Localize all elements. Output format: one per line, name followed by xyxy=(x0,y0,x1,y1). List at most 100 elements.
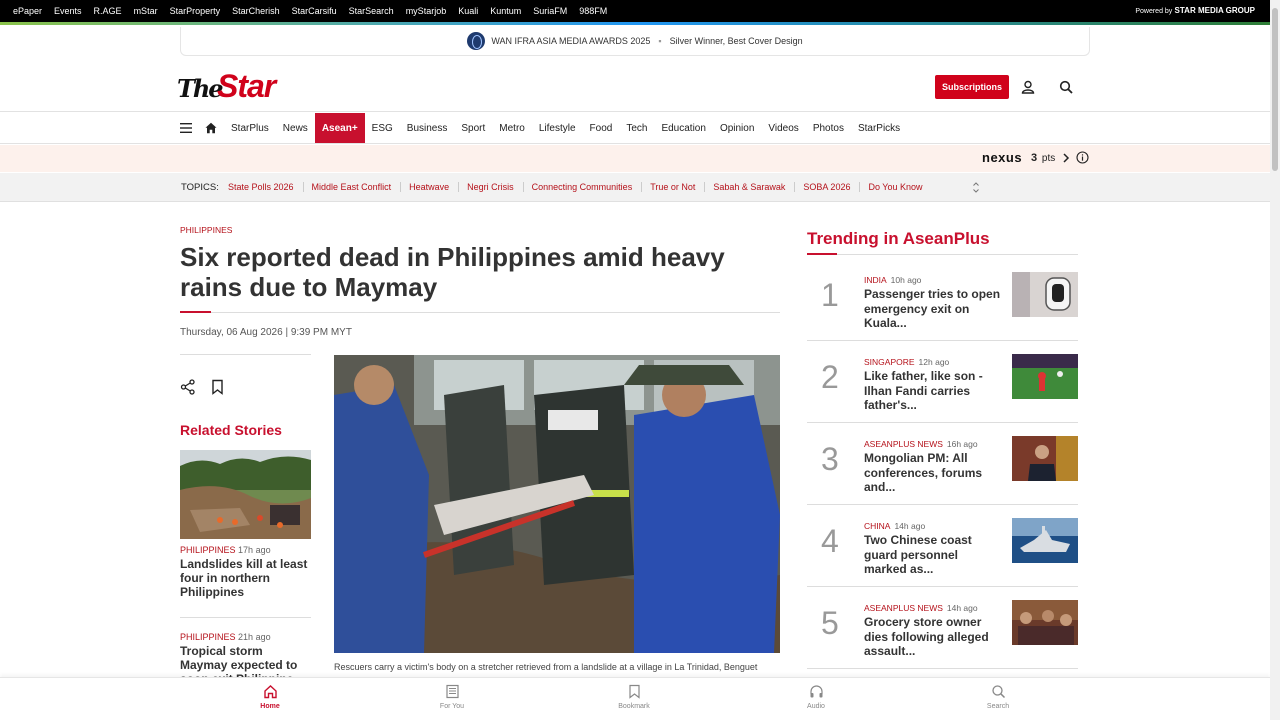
topic-link[interactable]: Do You Know xyxy=(868,182,931,192)
nav-item-food[interactable]: Food xyxy=(583,113,620,143)
trending-item[interactable]: 2 SINGAPORE 12h ago Like father, like son… xyxy=(807,341,1078,423)
trending-headline[interactable]: Passenger tries to open emergency exit o… xyxy=(864,287,1004,331)
topic-link[interactable]: SOBA 2026 xyxy=(803,182,861,192)
network-links: ePaper Events R.AGE mStar StarProperty S… xyxy=(0,6,619,16)
info-icon[interactable] xyxy=(1076,151,1089,164)
trending-rank: 2 xyxy=(821,359,839,395)
topic-link[interactable]: Connecting Communities xyxy=(532,182,643,192)
site-logo[interactable]: The Star xyxy=(177,68,285,106)
network-link-events[interactable]: Events xyxy=(54,6,82,16)
image-caption: Rescuers carry a victim's body on a stre… xyxy=(334,662,758,672)
network-link-kuali[interactable]: Kuali xyxy=(458,6,478,16)
topic-link[interactable]: Heatwave xyxy=(409,182,460,192)
topic-link[interactable]: Sabah & Sarawak xyxy=(713,182,796,192)
trending-thumbnail[interactable] xyxy=(1012,518,1078,563)
tab-bookmark[interactable]: Bookmark xyxy=(604,684,664,710)
page-scrollbar[interactable] xyxy=(1270,0,1280,720)
powered-by-prefix: Powered by xyxy=(1135,8,1173,15)
network-link-kuntum[interactable]: Kuntum xyxy=(490,6,521,16)
network-link-starcherish[interactable]: StarCherish xyxy=(232,6,280,16)
menu-icon[interactable] xyxy=(180,122,192,134)
related-story-image[interactable] xyxy=(180,450,311,539)
topic-link[interactable]: True or Not xyxy=(650,182,706,192)
awards-banner[interactable]: WAN IFRA ASIA MEDIA AWARDS 2025 ▪ Silver… xyxy=(180,27,1090,56)
share-icon[interactable] xyxy=(180,379,196,395)
network-link-rage[interactable]: R.AGE xyxy=(94,6,122,16)
chevron-right-icon[interactable] xyxy=(1061,151,1071,165)
trending-rank: 4 xyxy=(821,523,839,559)
logo-star: Star xyxy=(217,68,276,104)
trending-category[interactable]: ASEANPLUS NEWS xyxy=(864,439,943,449)
user-icon[interactable] xyxy=(1021,80,1035,94)
nav-item-business[interactable]: Business xyxy=(400,113,455,143)
nav-item-asean-plus[interactable]: Asean+ xyxy=(314,113,365,143)
article-kicker[interactable]: PHILIPPINES xyxy=(180,225,232,235)
nav-item-photos[interactable]: Photos xyxy=(806,113,851,143)
network-link-starcarsifu[interactable]: StarCarsifu xyxy=(292,6,337,16)
trending-category[interactable]: SINGAPORE xyxy=(864,357,915,367)
trending-headline[interactable]: Two Chinese coast guard personnel marked… xyxy=(864,533,1004,577)
network-link-mstar[interactable]: mStar xyxy=(134,6,158,16)
trending-title: Trending in AseanPlus xyxy=(807,229,990,248)
tab-audio[interactable]: Audio xyxy=(786,684,846,710)
nav-item-tech[interactable]: Tech xyxy=(619,113,654,143)
network-link-mystarjob[interactable]: myStarjob xyxy=(406,6,447,16)
home-icon[interactable] xyxy=(205,122,217,134)
trending-time: 14h ago xyxy=(894,521,926,531)
trending-item[interactable]: 4 CHINA 14h ago Two Chinese coast guard p… xyxy=(807,505,1078,587)
trending-headline[interactable]: Like father, like son - Ilhan Fandi carr… xyxy=(864,369,1004,413)
nav-item-starpicks[interactable]: StarPicks xyxy=(851,113,907,143)
topic-link[interactable]: Negri Crisis xyxy=(467,182,524,192)
powered-by[interactable]: Powered by STAR MEDIA GROUP xyxy=(1135,6,1255,15)
trending-thumbnail[interactable] xyxy=(1012,436,1078,481)
main-nav: StarPlus News Asean+ ESG Business Sport … xyxy=(0,113,1270,144)
scrollbar-thumb[interactable] xyxy=(1272,8,1278,171)
tab-search[interactable]: Search xyxy=(968,684,1028,710)
trending-item[interactable]: 1 INDIA 10h ago Passenger tries to open e… xyxy=(807,259,1078,341)
subscriptions-button[interactable]: Subscriptions xyxy=(935,75,1009,99)
nav-item-esg[interactable]: ESG xyxy=(365,113,400,143)
trending-headline[interactable]: Mongolian PM: All conferences, forums an… xyxy=(864,451,1004,495)
trending-item[interactable]: 5 ASEANPLUS NEWS 14h ago Grocery store ow… xyxy=(807,587,1078,669)
search-icon xyxy=(991,685,1005,699)
network-link-starsearch[interactable]: StarSearch xyxy=(349,6,394,16)
related-story-category[interactable]: PHILIPPINES xyxy=(180,545,236,555)
trending-thumbnail[interactable] xyxy=(1012,600,1078,645)
search-icon[interactable] xyxy=(1059,80,1073,94)
nav-item-sport[interactable]: Sport xyxy=(454,113,492,143)
expand-topics-icon[interactable] xyxy=(971,181,981,194)
nav-item-news[interactable]: News xyxy=(276,113,315,143)
related-story-title[interactable]: Landslides kill at least four in norther… xyxy=(180,557,311,599)
related-story-category[interactable]: PHILIPPINES xyxy=(180,632,236,642)
tab-home[interactable]: Home xyxy=(240,684,300,710)
trending-headline[interactable]: Grocery store owner dies following alleg… xyxy=(864,615,1004,659)
trending-thumbnail[interactable] xyxy=(1012,272,1078,317)
nav-item-lifestyle[interactable]: Lifestyle xyxy=(532,113,583,143)
logo-the: The xyxy=(177,74,224,103)
network-link-suriafm[interactable]: SuriaFM xyxy=(533,6,567,16)
topic-link[interactable]: State Polls 2026 xyxy=(228,182,304,192)
nav-item-videos[interactable]: Videos xyxy=(761,113,805,143)
network-link-988fm[interactable]: 988FM xyxy=(579,6,607,16)
bookmark-icon[interactable] xyxy=(211,379,224,395)
trending-category[interactable]: ASEANPLUS NEWS xyxy=(864,603,943,613)
nav-item-opinion[interactable]: Opinion xyxy=(713,113,761,143)
trending-meta: ASEANPLUS NEWS 14h ago xyxy=(864,603,978,613)
trending-meta: SINGAPORE 12h ago xyxy=(864,357,949,367)
network-link-epaper[interactable]: ePaper xyxy=(13,6,42,16)
trending-category[interactable]: CHINA xyxy=(864,521,890,531)
trending-thumbnail[interactable] xyxy=(1012,354,1078,399)
topic-link[interactable]: Middle East Conflict xyxy=(312,182,402,192)
trending-category[interactable]: INDIA xyxy=(864,275,887,285)
nexus-brand[interactable]: nexus xyxy=(982,150,1022,165)
topics-list: State Polls 2026 Middle East Conflict He… xyxy=(228,182,940,192)
nexus-points[interactable]: 3 pts xyxy=(1031,152,1055,164)
article-main-image[interactable] xyxy=(334,355,780,653)
trending-item[interactable]: 3 ASEANPLUS NEWS 16h ago Mongolian PM: Al… xyxy=(807,423,1078,505)
nav-item-starplus[interactable]: StarPlus xyxy=(224,113,276,143)
nav-item-metro[interactable]: Metro xyxy=(492,113,532,143)
nav-item-education[interactable]: Education xyxy=(654,113,712,143)
headphones-icon xyxy=(809,685,823,698)
tab-for-you[interactable]: For You xyxy=(422,684,482,710)
network-link-starproperty[interactable]: StarProperty xyxy=(170,6,221,16)
